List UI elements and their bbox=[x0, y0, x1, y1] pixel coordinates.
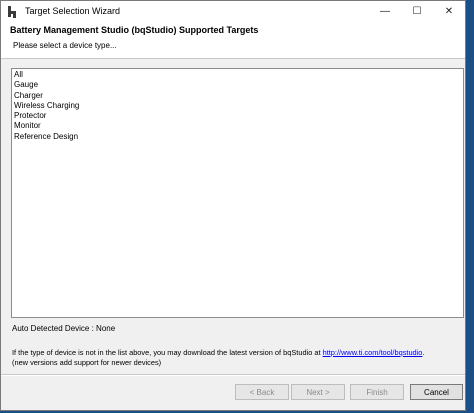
auto-detected-status: Auto Detected Device : None bbox=[12, 324, 116, 333]
list-item-gauge[interactable]: Gauge bbox=[12, 80, 38, 90]
close-icon[interactable]: ✕ bbox=[433, 1, 465, 21]
bq-icon bbox=[7, 5, 18, 18]
list-item-reference-design[interactable]: Reference Design bbox=[12, 132, 78, 142]
title-bar[interactable]: Target Selection Wizard — ☐ ✕ bbox=[1, 1, 465, 21]
list-item-charger[interactable]: Charger bbox=[12, 91, 43, 101]
download-link[interactable]: http://www.ti.com/tool/bqstudio bbox=[323, 348, 423, 357]
next-button[interactable]: Next > bbox=[291, 384, 345, 400]
info-text-suffix: . bbox=[422, 348, 425, 357]
page-subtitle: Please select a device type... bbox=[13, 41, 117, 50]
page-title: Battery Management Studio (bqStudio) Sup… bbox=[10, 25, 259, 35]
info-text: If the type of device is not in the list… bbox=[12, 348, 424, 357]
list-item-monitor[interactable]: Monitor bbox=[12, 121, 41, 131]
window-controls: — ☐ ✕ bbox=[369, 1, 465, 21]
minimize-icon[interactable]: — bbox=[369, 1, 401, 21]
maximize-icon[interactable]: ☐ bbox=[401, 1, 433, 21]
list-item-protector[interactable]: Protector bbox=[12, 111, 46, 121]
wizard-header: Battery Management Studio (bqStudio) Sup… bbox=[1, 21, 465, 59]
info-note: (new versions add support for newer devi… bbox=[12, 358, 162, 367]
list-item-wireless-charging[interactable]: Wireless Charging bbox=[12, 101, 79, 111]
device-type-list[interactable]: All Gauge Charger Wireless Charging Prot… bbox=[11, 68, 464, 318]
footer-divider bbox=[1, 374, 465, 376]
cancel-button[interactable]: Cancel bbox=[410, 384, 463, 400]
window-title: Target Selection Wizard bbox=[25, 6, 121, 16]
back-button[interactable]: < Back bbox=[235, 384, 289, 400]
wizard-window: Target Selection Wizard — ☐ ✕ Battery Ma… bbox=[0, 0, 466, 411]
info-text-prefix: If the type of device is not in the list… bbox=[12, 348, 323, 357]
finish-button[interactable]: Finish bbox=[350, 384, 404, 400]
list-item-all[interactable]: All bbox=[12, 70, 23, 80]
